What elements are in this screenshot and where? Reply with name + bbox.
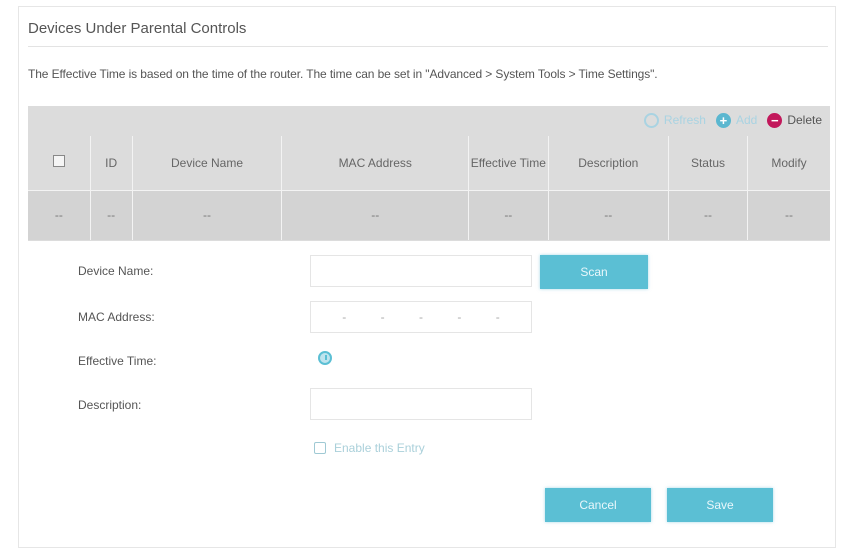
devices-table: ID Device Name MAC Address Effective Tim…: [28, 136, 830, 240]
checkbox-icon: [314, 442, 326, 454]
add-button[interactable]: + Add: [715, 112, 758, 128]
cell-description: --: [548, 190, 669, 240]
table-row: -- -- -- -- -- -- -- --: [28, 190, 830, 240]
refresh-label: Refresh: [663, 113, 706, 127]
header-effective-time: Effective Time: [468, 136, 549, 190]
add-label: Add: [735, 113, 758, 127]
device-name-field[interactable]: [310, 255, 532, 287]
cell-modify: --: [785, 208, 793, 223]
header-description: Description: [548, 136, 669, 190]
cell-status: --: [668, 190, 749, 240]
header-mac-address: MAC Address: [281, 136, 470, 190]
effective-time-label: Effective Time:: [78, 354, 157, 368]
clock-icon[interactable]: [318, 351, 332, 365]
cell-select: --: [28, 190, 91, 240]
header-id: ID: [90, 136, 133, 190]
enable-entry-checkbox[interactable]: Enable this Entry: [314, 441, 425, 455]
mac-separator: -: [342, 310, 347, 324]
effective-time-note: The Effective Time is based on the time …: [28, 67, 658, 81]
delete-icon: −: [767, 112, 783, 128]
refresh-button[interactable]: Refresh: [643, 112, 706, 128]
description-field[interactable]: [310, 388, 532, 420]
cancel-button[interactable]: Cancel: [545, 488, 651, 522]
table-header-row: ID Device Name MAC Address Effective Tim…: [28, 136, 830, 190]
delete-label: Delete: [787, 113, 822, 127]
mac-address-label: MAC Address:: [78, 310, 155, 324]
mac-separator: -: [457, 310, 462, 324]
refresh-icon: [643, 112, 659, 128]
scan-button[interactable]: Scan: [540, 255, 648, 289]
enable-entry-label: Enable this Entry: [334, 441, 425, 455]
select-all-checkbox[interactable]: [52, 155, 65, 168]
table-toolbar: Refresh + Add − Delete: [643, 110, 822, 130]
mac-separator: -: [495, 310, 500, 324]
cell-id: --: [90, 190, 133, 240]
devices-table-container: Refresh + Add − Delete ID Device Name MA…: [28, 106, 830, 241]
header-modify: Modify: [771, 155, 807, 170]
select-all-header[interactable]: [28, 136, 91, 190]
title-divider: [28, 46, 828, 47]
delete-button[interactable]: − Delete: [767, 112, 822, 128]
mac-separator: -: [418, 310, 423, 324]
header-status: Status: [668, 136, 749, 190]
add-icon: +: [715, 112, 731, 128]
mac-address-field[interactable]: - - - - -: [310, 301, 532, 333]
save-button[interactable]: Save: [667, 488, 773, 522]
description-label: Description:: [78, 398, 142, 412]
cell-device-name: --: [132, 190, 283, 240]
header-device-name: Device Name: [132, 136, 283, 190]
cell-mac-address: --: [281, 190, 470, 240]
cell-effective-time: --: [468, 190, 549, 240]
device-name-label: Device Name:: [78, 264, 154, 278]
page-title: Devices Under Parental Controls: [28, 20, 247, 37]
mac-separator: -: [380, 310, 385, 324]
